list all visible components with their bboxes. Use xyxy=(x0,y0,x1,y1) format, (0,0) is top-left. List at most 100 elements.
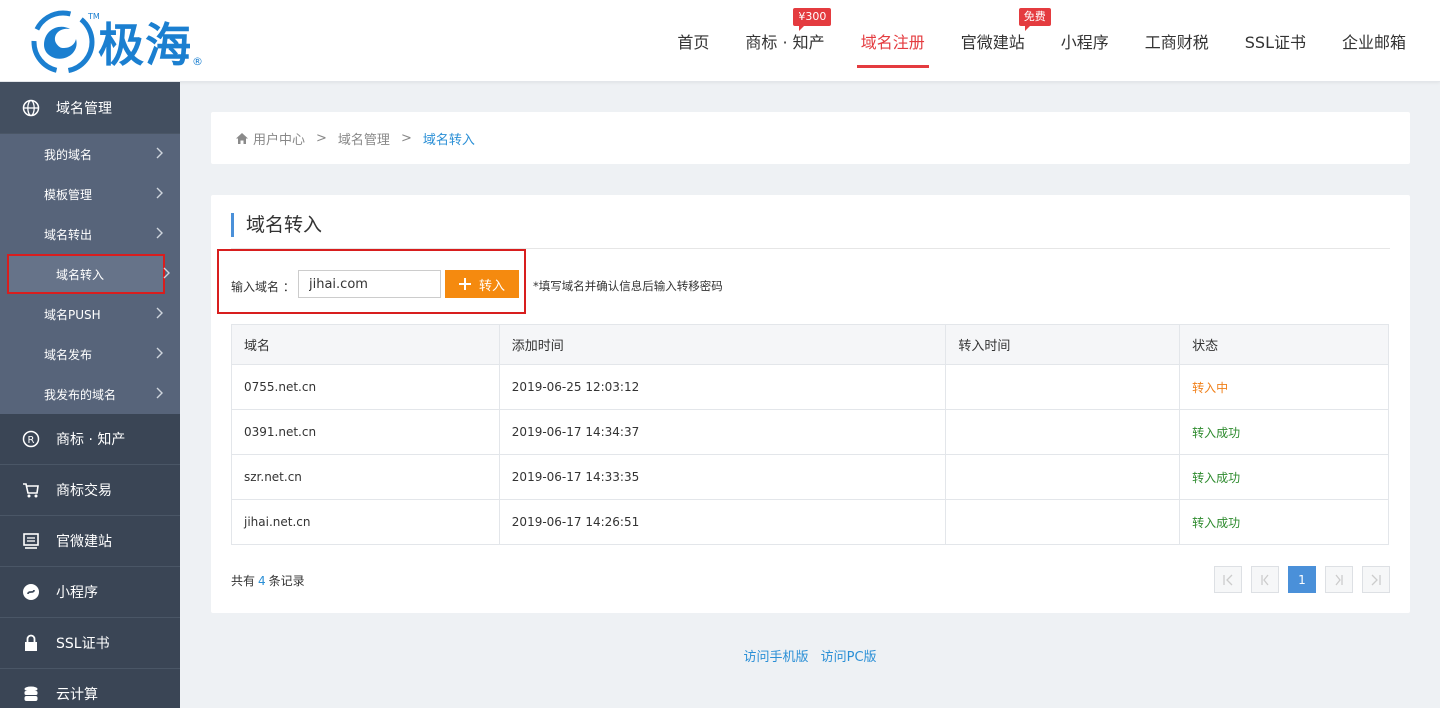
breadcrumb-domain-manage[interactable]: 域名管理 xyxy=(338,129,390,148)
top-header: TM 极海 ® 首页 商标 · 知产 ¥300 域名注册 官微建站 免费 小程序… xyxy=(0,0,1440,82)
sidebar-item-templates[interactable]: 模板管理 xyxy=(0,174,180,214)
last-page-button[interactable] xyxy=(1362,566,1390,593)
table-row: szr.net.cn 2019-06-17 14:33:35 转入成功 xyxy=(231,454,1389,500)
cell-status: 转入成功 xyxy=(1179,454,1389,500)
sidebar-item-transfer-out[interactable]: 域名转出 xyxy=(0,214,180,254)
logo-text: 极海 xyxy=(98,18,192,72)
chevron-right-icon xyxy=(156,387,163,399)
last-page-icon xyxy=(1371,574,1381,585)
domain-input-label: 输入域名 ： xyxy=(231,280,295,294)
prev-page-button[interactable] xyxy=(1251,566,1279,593)
svg-text:R: R xyxy=(28,435,35,446)
footer-links: 访问手机版 访问PC版 xyxy=(0,646,1440,665)
chevron-right-icon xyxy=(156,187,163,199)
logo-swirl-icon xyxy=(31,10,95,74)
next-page-icon xyxy=(1335,574,1343,585)
miniprogram-icon xyxy=(22,583,40,601)
cell-added: 2019-06-17 14:33:35 xyxy=(498,454,947,500)
nav-business-tax[interactable]: 工商财税 xyxy=(1127,0,1227,82)
table-row: jihai.net.cn 2019-06-17 14:26:51 转入成功 xyxy=(231,499,1389,545)
sidebar-group-website[interactable]: 官微建站 xyxy=(0,516,180,567)
table-row: 0755.net.cn 2019-06-25 12:03:12 转入中 xyxy=(231,364,1389,410)
cell-added: 2019-06-25 12:03:12 xyxy=(498,364,947,410)
cell-status: 转入中 xyxy=(1179,364,1389,410)
logo-tm-mark: TM xyxy=(88,12,100,21)
logo-registered-mark: ® xyxy=(192,55,203,68)
plus-icon xyxy=(458,278,471,290)
table-row: 0391.net.cn 2019-06-17 14:34:37 转入成功 xyxy=(231,409,1389,455)
cell-added: 2019-06-17 14:34:37 xyxy=(498,409,947,455)
pagination: 1 xyxy=(1214,566,1390,593)
breadcrumb: 用户中心 > 域名管理 > 域名转入 xyxy=(211,112,1410,164)
table-header-row: 域名 添加时间 转入时间 状态 xyxy=(231,324,1389,365)
nav-miniprogram[interactable]: 小程序 xyxy=(1043,0,1127,82)
cell-domain: 0391.net.cn xyxy=(231,409,500,455)
nav-trademark[interactable]: 商标 · 知产 ¥300 xyxy=(727,0,842,82)
sidebar-item-my-published[interactable]: 我发布的域名 xyxy=(0,374,180,414)
brand-logo[interactable]: TM 极海 ® xyxy=(30,8,230,76)
cell-domain: jihai.net.cn xyxy=(231,499,500,545)
sidebar-group-trademark[interactable]: R 商标 · 知产 xyxy=(0,414,180,465)
sidebar-item-my-domains[interactable]: 我的域名 xyxy=(0,134,180,174)
sidebar-group-trademark-trade[interactable]: 商标交易 xyxy=(0,465,180,516)
nav-website[interactable]: 官微建站 免费 xyxy=(943,0,1051,82)
nav-home[interactable]: 首页 xyxy=(659,0,727,82)
cell-added: 2019-06-17 14:26:51 xyxy=(498,499,947,545)
page-title: 域名转入 xyxy=(231,213,322,237)
col-header-transferred: 转入时间 xyxy=(945,324,1181,365)
first-page-icon xyxy=(1223,574,1233,585)
breadcrumb-separator: > xyxy=(316,130,327,146)
next-page-button[interactable] xyxy=(1325,566,1353,593)
breadcrumb-home[interactable]: 用户中心 xyxy=(253,129,305,148)
transfer-in-panel: 域名转入 输入域名 ： 转入 *填写域名并确认信息后输入转移密码 域名 添加时间… xyxy=(211,195,1410,613)
col-header-added: 添加时间 xyxy=(498,324,947,365)
monitor-icon xyxy=(22,532,40,550)
breadcrumb-current: 域名转入 xyxy=(422,132,475,148)
sidebar-group-label: 域名管理 xyxy=(56,100,112,117)
transfer-hint: *填写域名并确认信息后输入转移密码 xyxy=(533,279,723,293)
sidebar-group-domain[interactable]: 域名管理 xyxy=(0,82,180,134)
col-header-domain: 域名 xyxy=(231,324,500,365)
chevron-right-icon xyxy=(156,307,163,319)
chevron-right-icon xyxy=(163,267,170,279)
page-number-button[interactable]: 1 xyxy=(1288,566,1316,593)
cell-transferred xyxy=(945,499,1181,545)
sidebar-domain-submenu: 我的域名 模板管理 域名转出 域名转入 域名PUSH 域名发布 我发布的域名 xyxy=(0,134,180,414)
mobile-version-link[interactable]: 访问手机版 xyxy=(743,650,808,665)
cell-status: 转入成功 xyxy=(1179,499,1389,545)
chevron-right-icon xyxy=(156,147,163,159)
cell-transferred xyxy=(945,409,1181,455)
cell-domain: szr.net.cn xyxy=(231,454,500,500)
home-icon xyxy=(235,132,249,145)
first-page-button[interactable] xyxy=(1214,566,1242,593)
nav-ssl[interactable]: SSL证书 xyxy=(1227,0,1324,82)
col-header-status: 状态 xyxy=(1179,324,1389,365)
sidebar-item-publish[interactable]: 域名发布 xyxy=(0,334,180,374)
cart-icon xyxy=(22,481,40,499)
sidebar-group-miniprogram[interactable]: 小程序 xyxy=(0,567,180,618)
breadcrumb-separator: > xyxy=(400,130,412,146)
registered-icon: R xyxy=(22,430,40,448)
chevron-right-icon xyxy=(156,347,163,359)
globe-icon xyxy=(22,99,40,117)
sidebar-group-cloud[interactable]: 云计算 xyxy=(0,669,180,708)
transfer-in-button[interactable]: 转入 xyxy=(445,270,519,298)
cell-transferred xyxy=(945,364,1181,410)
nav-domain-register[interactable]: 域名注册 xyxy=(843,0,943,82)
nav-enterprise-mail[interactable]: 企业邮箱 xyxy=(1324,0,1424,82)
prev-page-icon xyxy=(1261,574,1269,585)
sidebar-item-transfer-in[interactable]: 域名转入 xyxy=(7,254,170,294)
sidebar: 域名管理 我的域名 模板管理 域名转出 域名转入 域名PUSH 域名发布 我发布… xyxy=(0,82,180,708)
main-nav: 首页 商标 · 知产 ¥300 域名注册 官微建站 免费 小程序 工商财税 SS… xyxy=(659,0,1424,82)
nav-badge-price: ¥300 xyxy=(793,8,832,31)
transfer-table: 域名 添加时间 转入时间 状态 0755.net.cn 2019-06-25 1… xyxy=(231,324,1389,545)
cell-status: 转入成功 xyxy=(1179,409,1389,455)
record-count: 共有 4 条记录 xyxy=(231,574,305,588)
pc-version-link[interactable]: 访问PC版 xyxy=(821,650,877,665)
cell-domain: 0755.net.cn xyxy=(231,364,500,410)
sidebar-item-push[interactable]: 域名PUSH xyxy=(0,294,180,334)
database-icon xyxy=(22,685,40,703)
domain-input[interactable] xyxy=(298,270,441,298)
chevron-right-icon xyxy=(156,227,163,239)
cell-transferred xyxy=(945,454,1181,500)
